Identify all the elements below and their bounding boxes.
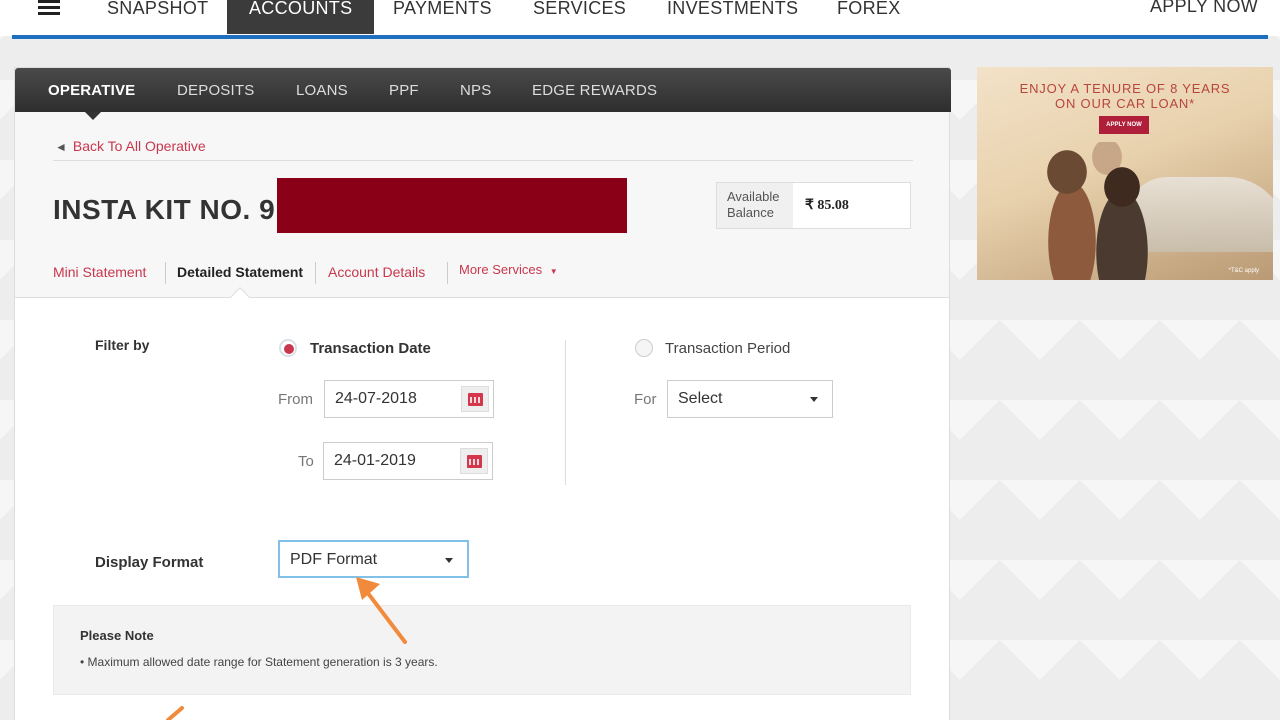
chevron-down-icon: ▼	[549, 267, 558, 276]
chevron-down-icon	[445, 558, 453, 563]
from-date-value: 24-07-2018	[335, 390, 417, 407]
subnav-ppf[interactable]: PPF	[389, 82, 419, 99]
topnav-forex[interactable]: FOREX	[837, 0, 901, 34]
subnav-edge-rewards[interactable]: EDGE REWARDS	[532, 82, 657, 99]
tab-separator	[315, 262, 316, 284]
account-subnav: OPERATIVE DEPOSITS LOANS PPF NPS EDGE RE…	[15, 68, 951, 112]
tab-separator	[447, 262, 448, 284]
subnav-loans[interactable]: LOANS	[296, 82, 348, 99]
topnav-services[interactable]: SERVICES	[533, 0, 626, 34]
topnav-underline	[12, 35, 1268, 39]
balance-label: Available Balance	[717, 183, 793, 228]
family-image	[1037, 142, 1157, 280]
from-calendar-button[interactable]	[461, 386, 489, 412]
divider	[53, 160, 913, 161]
account-title: INSTA KIT NO. 9	[53, 194, 276, 225]
hamburger-menu-icon[interactable]	[38, 0, 60, 16]
annotation-arrow-icon	[356, 577, 407, 644]
balance-value: ₹ 85.08	[805, 198, 849, 213]
ad-headline-line2: ON OUR CAR LOAN*	[1055, 96, 1195, 111]
subnav-active-caret	[85, 112, 101, 120]
display-format-value: PDF Format	[290, 551, 378, 568]
back-link[interactable]: ◄ Back To All Operative	[55, 138, 206, 154]
transaction-period-label: Transaction Period	[665, 340, 791, 357]
to-date-value: 24-01-2019	[334, 452, 416, 469]
subnav-nps[interactable]: NPS	[460, 82, 491, 99]
period-select[interactable]: Select	[667, 380, 833, 418]
tab-account-details[interactable]: Account Details	[328, 264, 425, 280]
chevron-down-icon	[810, 397, 818, 402]
car-loan-ad-banner[interactable]: ENJOY A TENURE OF 8 YEARS ON OUR CAR LOA…	[977, 67, 1273, 280]
calendar-icon	[467, 455, 482, 468]
statement-form: Filter by Transaction Date From 24-07-20…	[15, 298, 949, 720]
topnav-accounts[interactable]: ACCOUNTS	[227, 0, 375, 34]
ad-headline-line1: ENJOY A TENURE OF 8 YEARS	[1019, 81, 1231, 96]
from-label: From	[278, 391, 313, 408]
back-link-label: Back To All Operative	[72, 138, 206, 154]
radio-transaction-period[interactable]	[635, 339, 653, 357]
calendar-icon	[468, 393, 483, 406]
account-panel: OPERATIVE DEPOSITS LOANS PPF NPS EDGE RE…	[14, 67, 951, 720]
topnav-snapshot[interactable]: SNAPSHOT	[107, 0, 208, 34]
for-label: For	[634, 391, 657, 408]
back-arrow-icon: ◄	[55, 140, 67, 154]
vertical-divider	[565, 340, 566, 485]
please-note-box: Please Note • Maximum allowed date range…	[53, 605, 911, 695]
tab-more-services[interactable]: More Services ▼	[459, 262, 558, 277]
radio-transaction-date[interactable]	[279, 339, 297, 357]
tab-detailed-statement[interactable]: Detailed Statement	[177, 264, 303, 280]
topnav-payments[interactable]: PAYMENTS	[393, 0, 492, 34]
tab-mini-statement[interactable]: Mini Statement	[53, 264, 146, 280]
ad-terms: *T&C apply	[1228, 268, 1259, 274]
topnav-investments[interactable]: INVESTMENTS	[667, 0, 798, 34]
ad-apply-now-button[interactable]: APPLY NOW	[1099, 116, 1149, 134]
display-format-label: Display Format	[95, 554, 204, 571]
from-date-input[interactable]: 24-07-2018	[324, 380, 494, 418]
transaction-date-label: Transaction Date	[310, 340, 431, 357]
to-calendar-button[interactable]	[460, 448, 488, 474]
annotation-arrow-icon	[166, 706, 184, 720]
top-navigation: SNAPSHOT ACCOUNTS PAYMENTS SERVICES INVE…	[0, 0, 1280, 36]
filter-by-label: Filter by	[95, 337, 150, 353]
period-select-value: Select	[678, 390, 723, 407]
redaction-block	[277, 178, 627, 233]
subnav-operative[interactable]: OPERATIVE	[48, 82, 135, 99]
to-label: To	[298, 453, 314, 470]
note-title: Please Note	[80, 628, 154, 643]
balance-box: Available Balance ₹ 85.08	[716, 182, 911, 229]
subnav-deposits[interactable]: DEPOSITS	[177, 82, 254, 99]
tab-separator	[165, 262, 166, 284]
apply-now-link[interactable]: APPLY NOW	[1150, 0, 1258, 32]
note-text: • Maximum allowed date range for Stateme…	[80, 655, 438, 669]
more-services-label: More Services	[459, 262, 543, 277]
to-date-input[interactable]: 24-01-2019	[323, 442, 493, 480]
